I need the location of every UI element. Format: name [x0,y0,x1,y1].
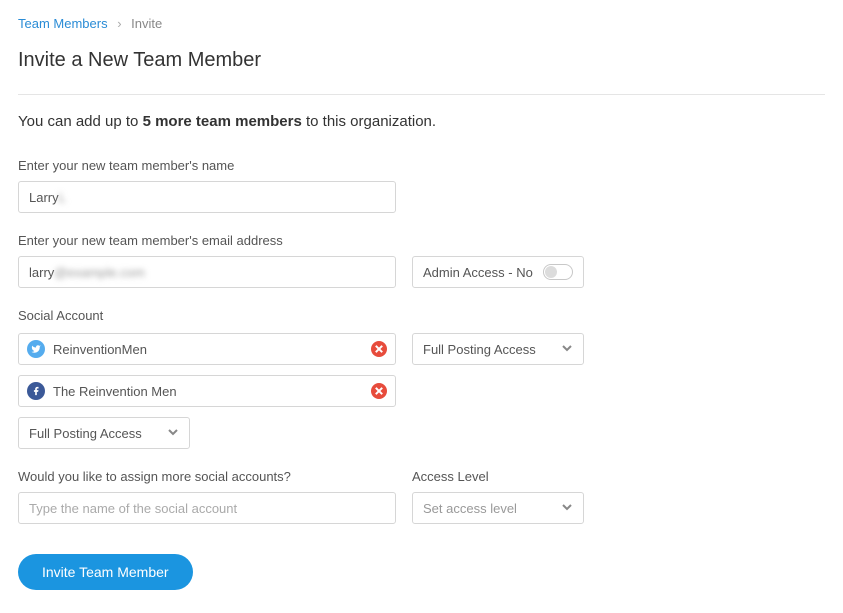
email-value-visible: larry [29,265,54,280]
breadcrumb: Team Members › Invite [18,16,825,31]
twitter-icon [27,340,45,358]
social-account-name: ReinventionMen [53,342,147,357]
assign-more-input[interactable] [18,492,396,524]
name-value-visible: Larry [29,190,59,205]
toggle-knob [545,266,557,278]
admin-access-label: Admin Access - No [423,265,533,280]
social-account-name: The Reinvention Men [53,384,177,399]
email-label: Enter your new team member's email addre… [18,233,396,248]
remove-account-button[interactable] [371,341,387,357]
access-select-value: Full Posting Access [423,342,536,357]
facebook-icon [27,382,45,400]
chevron-right-icon: › [117,16,121,31]
chevron-down-icon [561,501,573,516]
breadcrumb-team-members[interactable]: Team Members [18,16,108,31]
admin-access-toggle[interactable] [543,264,573,280]
capacity-text: You can add up to 5 more team members to… [18,113,825,130]
divider [18,94,825,95]
page-title: Invite a New Team Member [18,49,825,72]
access-select-value: Full Posting Access [29,426,142,441]
name-value-redacted: L [59,190,66,205]
access-select[interactable]: Full Posting Access [18,417,190,449]
name-input[interactable]: Larry L [18,181,396,213]
access-level-select[interactable]: Set access level [412,492,584,524]
chevron-down-icon [561,342,573,357]
invite-team-member-button[interactable]: Invite Team Member [18,554,193,590]
breadcrumb-current: Invite [131,16,162,31]
access-select[interactable]: Full Posting Access [412,333,584,365]
assign-more-label: Would you like to assign more social acc… [18,469,396,484]
capacity-suffix: to this organization. [302,113,436,130]
email-value-redacted: @example.com [54,265,145,280]
remove-account-button[interactable] [371,383,387,399]
chevron-down-icon [167,426,179,441]
admin-access-toggle-box: Admin Access - No [412,256,584,288]
email-input[interactable]: larry@example.com [18,256,396,288]
capacity-prefix: You can add up to [18,113,143,130]
social-account-item: The Reinvention Men [18,375,396,407]
social-account-label: Social Account [18,308,825,323]
name-label: Enter your new team member's name [18,158,396,173]
access-level-label: Access Level [412,469,584,484]
social-account-item: ReinventionMen [18,333,396,365]
capacity-count: 5 more team members [143,113,302,130]
access-level-placeholder: Set access level [423,501,517,516]
